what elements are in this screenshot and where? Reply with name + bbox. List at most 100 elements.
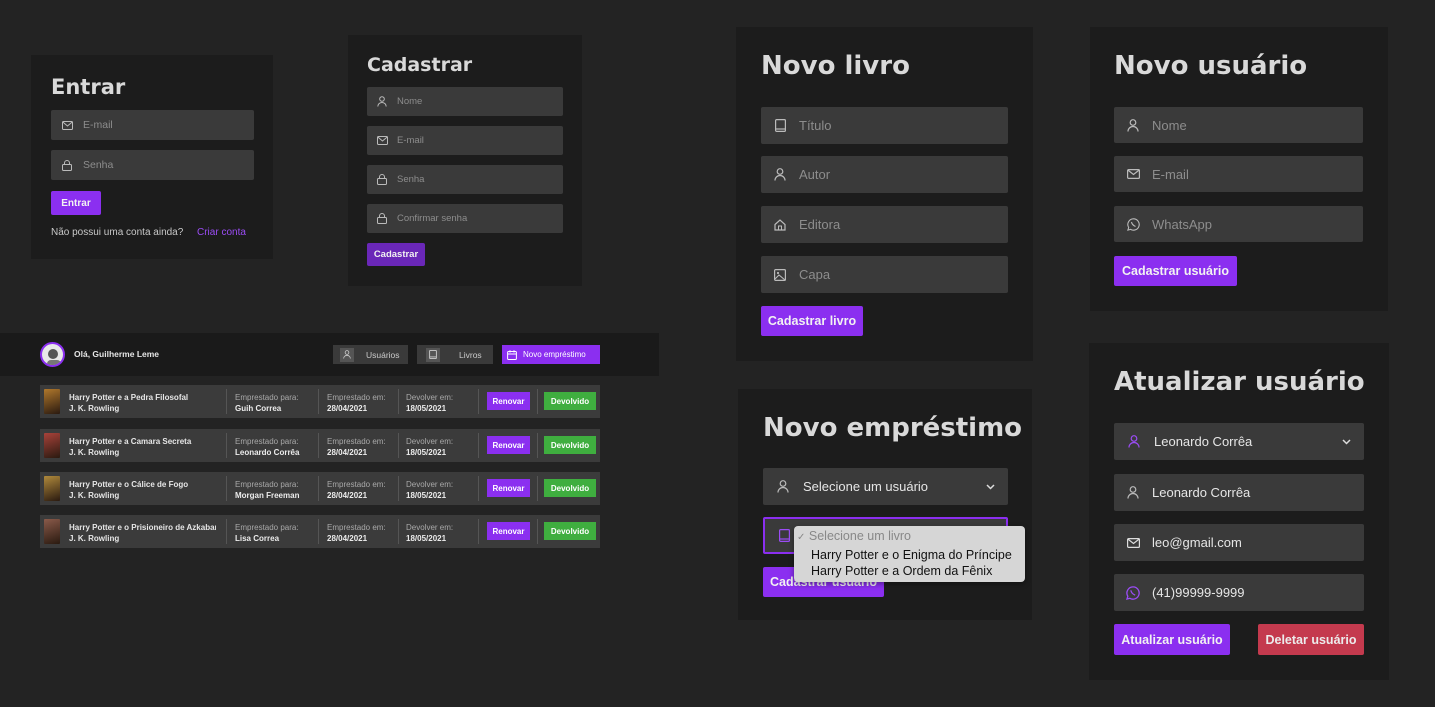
renew-button[interactable]: Renovar [487,392,530,410]
dashboard-header: Olá, Guilherme Leme Usuários Livros Novo… [0,333,659,376]
divider [318,433,319,458]
greeting: Olá, Guilherme Leme [74,349,160,359]
loan-row: Harry Potter e o Cálice de Fogo J. K. Row… [40,472,600,505]
nav-users[interactable]: Usuários [333,345,408,364]
user-icon [367,96,397,107]
book-title-field[interactable]: Título [761,107,1008,144]
renew-button[interactable]: Renovar [487,522,530,540]
returned-button[interactable]: Devolvido [544,479,596,497]
login-title: Entrar [51,75,126,99]
calendar-icon [507,349,517,360]
returned-button[interactable]: Devolvido [544,522,596,540]
whatsapp-icon [1114,585,1152,600]
register-password-placeholder: Senha [397,174,425,185]
update-user-name-field[interactable]: Leonardo Corrêa [1114,474,1364,511]
login-password-placeholder: Senha [83,159,114,171]
lent-on-label: Emprestado em: [327,393,386,402]
register-email-field[interactable]: E-mail [367,126,563,155]
renew-button[interactable]: Renovar [487,479,530,497]
borrower-name: Morgan Freeman [235,491,300,500]
loan-book-author: J. K. Rowling [69,404,120,413]
loan-book-info: Harry Potter e o Prisioneiro de Azkaban J… [69,522,216,544]
avatar[interactable] [40,342,65,367]
update-user-button[interactable]: Atualizar usuário [1114,624,1230,655]
divider [478,433,479,458]
divider [318,519,319,544]
register-password-field[interactable]: Senha [367,165,563,194]
divider [226,389,227,414]
renew-button[interactable]: Renovar [487,436,530,454]
book-icon [761,119,799,132]
dropdown-option-placeholder[interactable]: ✓ Selecione um livro [797,528,1025,547]
divider [478,519,479,544]
book-cover-image [44,476,60,501]
divider [226,519,227,544]
divider [398,389,399,414]
login-email-placeholder: E-mail [83,119,113,131]
new-user-panel: Novo usuário Nome E-mail WhatsApp Cadast… [1090,27,1388,311]
book-cover-field[interactable]: Capa [761,256,1008,293]
login-panel: Entrar E-mail Senha Entrar Não possui um… [31,55,273,259]
new-book-submit-button[interactable]: Cadastrar livro [761,306,863,336]
lent-on-label: Emprestado em: [327,437,386,446]
divider [478,476,479,501]
lent-on-label: Emprestado em: [327,480,386,489]
dropdown-option[interactable]: Harry Potter e o Enigma do Príncipe [797,547,1025,564]
book-select-dropdown[interactable]: ✓ Selecione um livro Harry Potter e o En… [794,526,1025,582]
lent-on-label: Emprestado em: [327,523,386,532]
loan-book-author: J. K. Rowling [69,534,120,543]
update-user-select[interactable]: Leonardo Corrêa [1114,423,1364,460]
loan-user-select[interactable]: Selecione um usuário [763,468,1008,505]
loan-date: Emprestado em: 28/04/2021 [327,392,386,414]
nav-books[interactable]: Livros [417,345,493,364]
register-name-field[interactable]: Nome [367,87,563,116]
loan-row: Harry Potter e a Camara Secreta J. K. Row… [40,429,600,462]
new-user-whatsapp-field[interactable]: WhatsApp [1114,206,1363,242]
new-user-name-field[interactable]: Nome [1114,107,1363,143]
login-submit-button[interactable]: Entrar [51,191,101,215]
login-password-field[interactable]: Senha [51,150,254,180]
nav-new-loan[interactable]: Novo empréstimo [502,345,600,364]
new-user-email-field[interactable]: E-mail [1114,156,1363,192]
book-publisher-field[interactable]: Editora [761,206,1008,243]
lent-to-label: Emprestado para: [235,480,299,489]
loan-book-title: Harry Potter e a Camara Secreta [69,437,192,446]
returned-button[interactable]: Devolvido [544,392,596,410]
divider [398,433,399,458]
book-author-placeholder: Autor [799,167,831,182]
return-on-value: 18/05/2021 [406,448,447,457]
new-user-submit-button[interactable]: Cadastrar usuário [1114,256,1237,286]
book-cover-image [44,519,60,544]
divider [398,476,399,501]
return-on-label: Devolver em: [406,523,454,532]
returned-button[interactable]: Devolvido [544,436,596,454]
divider [398,519,399,544]
chevron-down-icon [972,483,1008,490]
return-on-label: Devolver em: [406,393,454,402]
update-user-phone-field[interactable]: (41)99999-9999 [1114,574,1364,611]
new-user-whatsapp-placeholder: WhatsApp [1152,216,1212,232]
return-date: Devolver em: 18/05/2021 [406,522,453,544]
loan-borrower: Emprestado para: Morgan Freeman [235,479,299,501]
update-user-email-field[interactable]: leo@gmail.com [1114,524,1364,561]
divider [537,433,538,458]
lock-icon [367,174,397,185]
new-book-title: Novo livro [761,51,910,81]
book-cover-image [44,389,60,414]
book-author-field[interactable]: Autor [761,156,1008,193]
loan-date: Emprestado em: 28/04/2021 [327,522,386,544]
register-submit-button[interactable]: Cadastrar [367,243,425,266]
dropdown-option-label: Selecione um livro [808,529,912,543]
register-title: Cadastrar [367,54,473,76]
whatsapp-icon [1114,217,1152,231]
delete-user-button[interactable]: Deletar usuário [1258,624,1364,655]
loan-book-author: J. K. Rowling [69,491,120,500]
register-confirm-field[interactable]: Confirmar senha [367,204,563,233]
lent-to-label: Emprestado para: [235,523,299,532]
create-account-link[interactable]: Criar conta [197,227,246,238]
dropdown-option[interactable]: Harry Potter e a Ordem da Fênix [797,563,1025,580]
return-on-value: 18/05/2021 [406,534,447,543]
nav-books-label: Livros [459,349,482,360]
return-date: Devolver em: 18/05/2021 [406,392,453,414]
login-email-field[interactable]: E-mail [51,110,254,140]
